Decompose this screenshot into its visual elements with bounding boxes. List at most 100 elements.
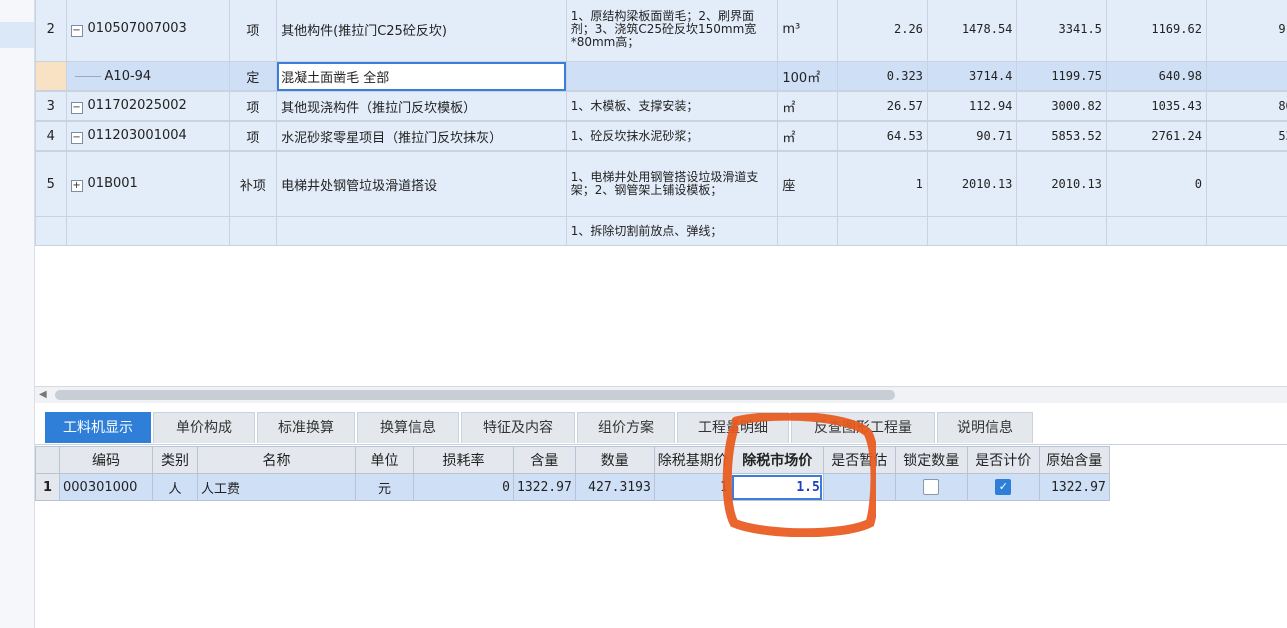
- cell-total[interactable]: 5853.52: [1016, 121, 1107, 151]
- cell-unit-price[interactable]: 1478.54: [926, 0, 1018, 62]
- cell-quantity[interactable]: 1: [837, 151, 928, 217]
- cell-type[interactable]: 定: [228, 61, 278, 91]
- tab-reverse-graphic-quantity[interactable]: 反查图形工程量: [791, 412, 935, 443]
- tab-standard-conversion[interactable]: 标准换算: [257, 412, 355, 443]
- cell-category[interactable]: 人: [152, 473, 198, 501]
- cell-features[interactable]: 1、电梯井处用钢管搭设垃圾滑道支架；2、钢管架上铺设模板；: [565, 151, 779, 217]
- cell-unit-price[interactable]: [926, 216, 1018, 246]
- header-loss-rate[interactable]: 损耗率: [413, 446, 514, 474]
- cell-quantity[interactable]: 2.26: [837, 0, 928, 62]
- header-lock-quantity[interactable]: 锁定数量: [894, 446, 968, 474]
- cell-material[interactable]: 1: [1205, 151, 1287, 217]
- cell-is-priced[interactable]: ✓: [966, 473, 1040, 501]
- cell-unit[interactable]: ㎡: [777, 91, 839, 121]
- cell-labor[interactable]: 0: [1105, 151, 1207, 217]
- cell-is-estimate[interactable]: [822, 473, 896, 501]
- cell-material[interactable]: [1205, 216, 1287, 246]
- cell-loss-rate[interactable]: 0: [413, 473, 514, 501]
- scrollbar-thumb[interactable]: [55, 390, 895, 400]
- cell-type[interactable]: 项: [228, 91, 278, 121]
- cell-lock-quantity[interactable]: [894, 473, 968, 501]
- cell-unit-price[interactable]: 3714.4: [926, 61, 1018, 91]
- cell-name[interactable]: 人工费: [197, 473, 356, 501]
- cell-type[interactable]: [228, 216, 278, 246]
- cell-unit[interactable]: m³: [777, 0, 839, 62]
- tab-features-content[interactable]: 特征及内容: [461, 412, 575, 443]
- is-priced-checkbox[interactable]: ✓: [995, 479, 1012, 495]
- cell-quantity[interactable]: [837, 216, 928, 246]
- cell-total[interactable]: 2010.13: [1016, 151, 1107, 217]
- tab-labor-material-machine[interactable]: 工料机显示: [45, 412, 151, 443]
- header-content[interactable]: 含量: [513, 446, 576, 474]
- bill-item-row[interactable]: 2−010507007003 项其他构件(推拉门C25砼反坎) 1、原结构梁板面凿毛…: [35, 0, 1287, 62]
- expand-icon[interactable]: +: [70, 180, 83, 192]
- header-is-estimate[interactable]: 是否暂估: [822, 446, 896, 474]
- cell-unit[interactable]: [777, 216, 839, 246]
- header-base-price[interactable]: 除税基期价: [653, 446, 732, 474]
- cell-name[interactable]: 电梯井处钢管垃圾滑道搭设: [276, 151, 567, 217]
- cell-code[interactable]: +01B001: [65, 151, 230, 217]
- cell-content[interactable]: 1322.97: [513, 473, 576, 501]
- cell-code[interactable]: −010507007003: [65, 0, 230, 62]
- cell-features[interactable]: 1、原结构梁板面凿毛；2、刷界面剂；3、浇筑C25砼反坎150mm宽*80mm高…: [565, 0, 779, 62]
- cell-name[interactable]: 混凝土面凿毛 全部: [276, 61, 567, 91]
- cell-unit-price[interactable]: 90.71: [926, 121, 1018, 151]
- bill-item-row[interactable]: 5 +01B001 补项 电梯井处钢管垃圾滑道搭设 1、电梯井处用钢管搭设垃圾滑道支架；…: [35, 151, 1287, 217]
- collapse-icon[interactable]: −: [70, 25, 83, 37]
- cell-code[interactable]: [65, 216, 230, 246]
- collapse-icon[interactable]: −: [70, 132, 83, 144]
- cell-name[interactable]: [276, 216, 567, 246]
- cell-base-price[interactable]: 1: [653, 473, 732, 501]
- tab-pricing-scheme[interactable]: 组价方案: [577, 412, 675, 443]
- cell-material[interactable]: 538: [1205, 121, 1287, 151]
- cell-labor[interactable]: 1169.62: [1105, 0, 1207, 62]
- header-name[interactable]: 名称: [197, 446, 356, 474]
- cell-features[interactable]: 1、砼反坎抹水泥砂浆；: [565, 121, 779, 151]
- cell-material[interactable]: 802: [1205, 91, 1287, 121]
- cell-quantity[interactable]: 26.57: [837, 91, 928, 121]
- tab-conversion-info[interactable]: 换算信息: [357, 412, 459, 443]
- cell-code[interactable]: A10-94: [65, 61, 230, 91]
- header-quantity[interactable]: 数量: [574, 446, 655, 474]
- cell-code[interactable]: −011702025002: [65, 91, 230, 121]
- cell-labor[interactable]: 1035.43: [1105, 91, 1207, 121]
- quota-row[interactable]: A10-94 定混凝土面凿毛 全部 100㎡ 0.323 3714.4 1199.75 64…: [35, 61, 1287, 91]
- collapse-icon[interactable]: −: [70, 102, 83, 114]
- cell-features[interactable]: 1、木模板、支撑安装；: [565, 91, 779, 121]
- cell-unit-price[interactable]: 112.94: [926, 91, 1018, 121]
- cell-total[interactable]: 3341.5: [1016, 0, 1107, 62]
- cell-code[interactable]: 000301000: [59, 473, 153, 501]
- cell-material[interactable]: 911: [1205, 0, 1287, 62]
- cell-labor[interactable]: [1105, 216, 1207, 246]
- cell-name[interactable]: 其他现浇构件（推拉门反坎模板）: [276, 91, 567, 121]
- tab-unit-price-composition[interactable]: 单价构成: [153, 412, 255, 443]
- bill-item-row[interactable]: 1、拆除切割前放点、弹线；: [35, 216, 1287, 246]
- header-category[interactable]: 类别: [152, 446, 198, 474]
- cell-unit[interactable]: 座: [777, 151, 839, 217]
- cell-quantity[interactable]: 427.3193: [574, 473, 655, 501]
- header-market-price[interactable]: 除税市场价: [730, 446, 824, 474]
- cell-quantity[interactable]: 64.53: [837, 121, 928, 151]
- cell-unit-price[interactable]: 2010.13: [926, 151, 1018, 217]
- bill-item-row[interactable]: 3−011702025002 项其他现浇构件（推拉门反坎模板） 1、木模板、支撑安装…: [35, 91, 1287, 121]
- header-code[interactable]: 编码: [59, 446, 153, 474]
- cell-labor[interactable]: 2761.24: [1105, 121, 1207, 151]
- cell-unit[interactable]: ㎡: [777, 121, 839, 151]
- cell-name[interactable]: 水泥砂浆零星项目（推拉门反坎抹灰）: [276, 121, 567, 151]
- cell-code[interactable]: −011203001004: [65, 121, 230, 151]
- cell-total[interactable]: 3000.82: [1016, 91, 1107, 121]
- cell-features[interactable]: [565, 61, 779, 91]
- cell-unit[interactable]: 100㎡: [777, 61, 839, 91]
- cell-material[interactable]: [1205, 61, 1287, 91]
- market-price-input[interactable]: 1.5: [730, 473, 824, 501]
- cell-total[interactable]: 1199.75: [1016, 61, 1107, 91]
- cell-total[interactable]: [1016, 216, 1107, 246]
- header-is-priced[interactable]: 是否计价: [966, 446, 1040, 474]
- header-original-content[interactable]: 原始含量: [1038, 446, 1110, 474]
- horizontal-scrollbar[interactable]: ◀: [35, 386, 1287, 403]
- cell-type[interactable]: 项: [228, 0, 278, 62]
- resource-row[interactable]: 1 000301000 人 人工费 元 0 1322.97 427.3193 1…: [35, 473, 1110, 501]
- cell-unit[interactable]: 元: [355, 473, 414, 501]
- cell-features[interactable]: 1、拆除切割前放点、弹线；: [565, 216, 779, 246]
- cell-name[interactable]: 其他构件(推拉门C25砼反坎): [276, 0, 567, 62]
